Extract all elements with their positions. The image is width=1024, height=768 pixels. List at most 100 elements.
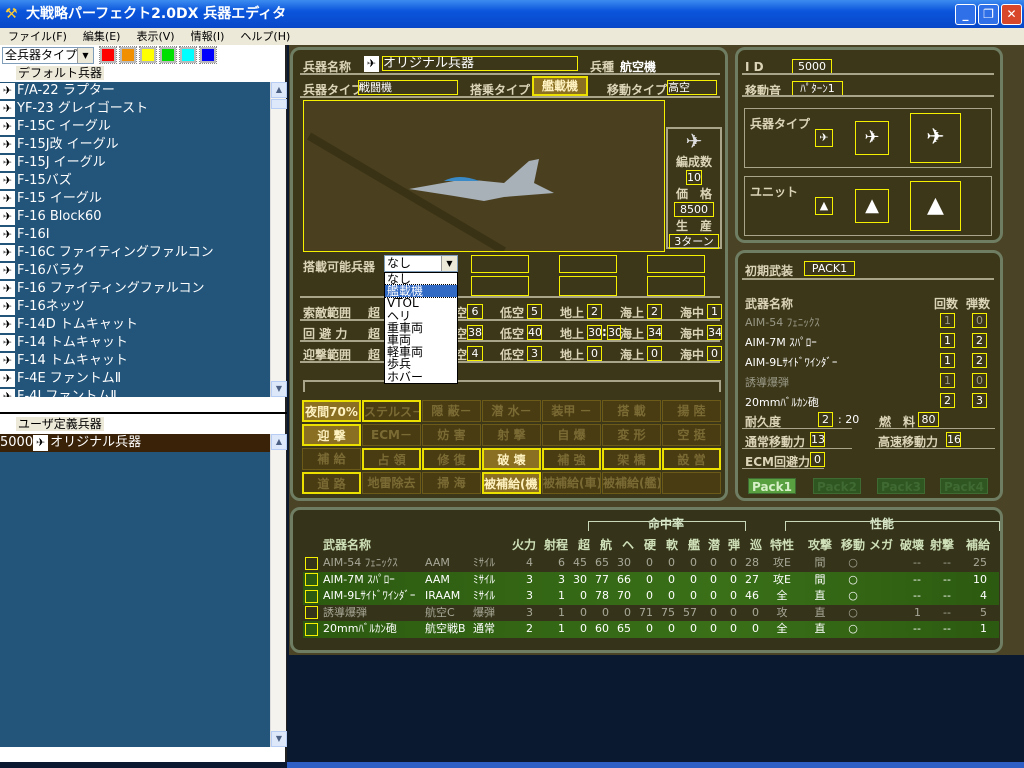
row-checkbox[interactable] (303, 588, 323, 604)
list-item[interactable]: ✈ F-14D トムキャット (0, 316, 270, 334)
minimize-button[interactable]: _ (955, 4, 976, 25)
weapon-type-filter[interactable]: 全兵器タイプ ▼ (2, 47, 94, 64)
scroll-down-icon[interactable]: ▼ (271, 381, 287, 397)
submerged-value[interactable]: 34 (707, 325, 722, 340)
medium-icon[interactable]: ✈ (855, 121, 889, 155)
small-icon[interactable]: ✈ (815, 129, 833, 147)
menu-edit[interactable]: 編集(E) (75, 28, 129, 45)
list-item[interactable]: ✈ F-14 トムキャット (0, 334, 270, 352)
loadable-slot[interactable] (559, 255, 617, 273)
color-swatch-button[interactable] (199, 46, 217, 64)
production-value[interactable]: 3ターン (669, 234, 719, 249)
table-row[interactable]: AIM-9Lｻｲﾄﾞﾜｲﾝﾀﾞｰ IRAAM ﾐｻｲﾙ 3 1 0 78 70 0 0 0 0 0 46 全… (303, 588, 999, 605)
ability-toggle[interactable]: 修 復 (422, 448, 481, 470)
ability-toggle[interactable]: 地雷除去 (362, 472, 421, 494)
times-field[interactable]: 1 (940, 353, 955, 368)
ground-value[interactable]: 2 (587, 304, 602, 319)
checkbox-box[interactable] (305, 606, 318, 620)
ability-toggle[interactable]: 架 橋 (602, 448, 661, 470)
user-list-scrollbar[interactable]: ▲ ▼ (270, 434, 287, 747)
large-unit-icon[interactable]: ▲ (910, 181, 961, 231)
maximize-button[interactable]: ❐ (978, 4, 999, 25)
ammo-field[interactable]: 2 (972, 353, 987, 368)
list-item[interactable]: ✈ F-16 Block60 (0, 208, 270, 226)
submerged-value[interactable]: 1 (707, 304, 722, 319)
table-row[interactable]: AIM-54 ﾌｪﾆｯｸｽ AAM ﾐｻｲﾙ 4 6 45 65 30 0 0 0 0 0 28 攻E 間 ○ -… (303, 555, 999, 572)
submerged-value[interactable]: 0 (707, 346, 722, 361)
ability-toggle[interactable]: 道 路 (302, 472, 361, 494)
sea-value[interactable]: 2 (647, 304, 662, 319)
loadable-slot[interactable] (471, 276, 529, 296)
list-item[interactable]: ✈ YF-23 グレイゴースト (0, 100, 270, 118)
pack-field[interactable]: PACK1 (804, 261, 855, 276)
row-checkbox[interactable] (303, 621, 323, 637)
list-item[interactable]: 5000 ✈ オリジナル兵器 (0, 434, 270, 452)
loadable-dropdown-list[interactable]: なし 艦載機 VTOL ヘリ 重車両 車両 軽車両 歩兵 ホバー (384, 272, 458, 384)
checkbox-box[interactable] (305, 622, 318, 636)
dropdown-option[interactable]: 歩兵 (385, 358, 457, 370)
list-item[interactable]: ✈ F-15J イーグル (0, 154, 270, 172)
ammo-field[interactable]: 3 (972, 393, 987, 408)
loadable-slot[interactable] (559, 276, 617, 296)
dropdown-option[interactable]: ホバー (385, 370, 457, 382)
row-checkbox[interactable] (303, 555, 323, 571)
scroll-up-icon[interactable]: ▲ (271, 434, 287, 450)
color-swatch-button[interactable] (179, 46, 197, 64)
ability-toggle[interactable]: 自 爆 (542, 424, 601, 446)
ability-toggle[interactable]: 隠 蔽－ (422, 400, 481, 422)
low-value[interactable]: 40 (527, 325, 542, 340)
ability-toggle[interactable]: 破 壊 (482, 448, 541, 470)
ability-toggle[interactable]: 補 給 (302, 448, 361, 470)
scroll-up-icon[interactable]: ▲ (271, 82, 287, 98)
menu-info[interactable]: 情報(I) (183, 28, 233, 45)
menu-file[interactable]: ファイル(F) (0, 28, 75, 45)
list-item[interactable]: ✈ F-16ネッツ (0, 298, 270, 316)
formation-value[interactable]: 10 (686, 170, 702, 185)
list-item[interactable]: ✈ F-16C ファイティングファルコン (0, 244, 270, 262)
sea-value[interactable]: 0 (647, 346, 662, 361)
list-item[interactable]: ✈ F-4E ファントムⅡ (0, 370, 270, 388)
pack3-button[interactable]: Pack3 (877, 478, 925, 494)
ability-toggle[interactable]: 被補給(機) (482, 472, 541, 494)
pack4-button[interactable]: Pack4 (940, 478, 988, 494)
menu-help[interactable]: ヘルプ(H) (232, 28, 298, 45)
ecm-field[interactable]: 0 (810, 452, 825, 467)
ability-toggle[interactable]: 妨 害 (422, 424, 481, 446)
move-power-field[interactable]: 13 (810, 432, 825, 447)
ability-toggle[interactable]: 被補給(車) (542, 472, 601, 494)
medium-unit-icon[interactable]: ▲ (855, 189, 889, 223)
times-field[interactable]: 1 (940, 313, 955, 328)
list-item[interactable]: ✈ F-16バラク (0, 262, 270, 280)
name-input[interactable]: オリジナル兵器 (382, 56, 578, 71)
list-item[interactable]: ✈ F-16I (0, 226, 270, 244)
default-weapons-list[interactable]: ✈ F/A-22 ラプター ✈ YF-23 グレイゴースト ✈ F-15C イーグル ✈ F-… (0, 82, 270, 397)
loadable-slot[interactable] (647, 255, 705, 273)
checkbox-box[interactable] (305, 573, 318, 587)
menu-view[interactable]: 表示(V) (128, 28, 182, 45)
dropdown-option[interactable]: VTOL (385, 297, 457, 309)
ground-value-2[interactable]: 30 (607, 325, 621, 340)
list-item[interactable]: ✈ F-15J改 イーグル (0, 136, 270, 154)
price-value[interactable]: 8500 (674, 202, 714, 217)
ground-value[interactable]: 30 (587, 325, 602, 340)
times-field[interactable]: 1 (940, 373, 955, 388)
table-row[interactable]: AIM-7M ｽﾊﾟﾛｰ AAM ﾐｻｲﾙ 3 3 30 77 66 0 0 0 0 0 27 攻E 間 ○ --… (303, 571, 999, 588)
ability-toggle[interactable]: 占 領 (362, 448, 421, 470)
ability-toggle[interactable]: 変 形 (602, 424, 661, 446)
ability-toggle[interactable]: ステルス－ (362, 400, 421, 422)
pack2-button[interactable]: Pack2 (813, 478, 861, 494)
board-type-button[interactable]: 艦載機 (532, 76, 588, 96)
list-item[interactable]: ✈ F-14 トムキャット (0, 352, 270, 370)
small-unit-icon[interactable]: ▲ (815, 197, 833, 215)
ability-toggle[interactable]: 潜 水－ (482, 400, 541, 422)
ability-toggle[interactable]: 迎 撃 (302, 424, 361, 446)
loadable-slot[interactable] (471, 255, 529, 273)
checkbox-box[interactable] (305, 556, 318, 570)
table-row[interactable]: 誘導爆弾 航空C 爆弾 3 1 0 0 0 71 75 57 0 0 0 攻直 ○ 1 -- 5 (303, 605, 999, 622)
type-field[interactable]: 戦闘機 (358, 80, 458, 95)
color-swatch-button[interactable] (119, 46, 137, 64)
dropdown-option[interactable]: ヘリ (385, 309, 457, 321)
times-field[interactable]: 1 (940, 333, 955, 348)
sound-field[interactable]: ﾊﾟﾀｰﾝ1 (792, 81, 843, 96)
fuel-field[interactable]: 80 (918, 412, 939, 427)
